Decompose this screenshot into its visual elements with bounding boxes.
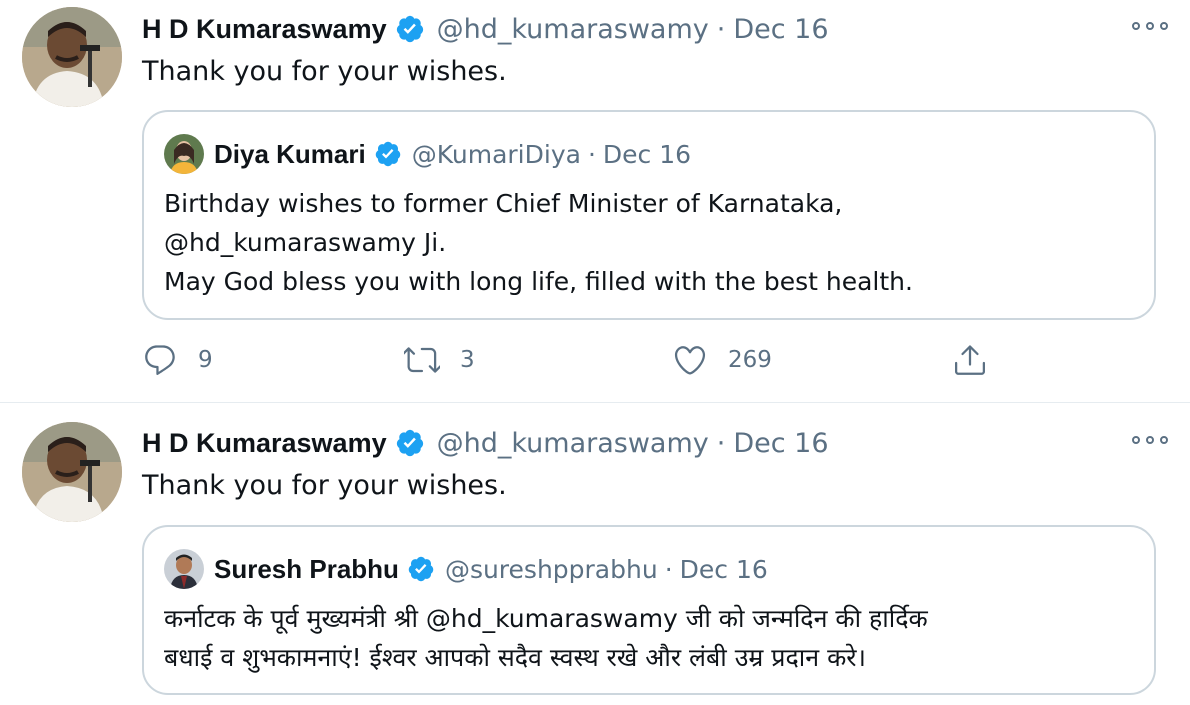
separator-dot: · (716, 13, 726, 45)
reply-count: 9 (198, 347, 213, 373)
author-name[interactable]: H D Kumaraswamy (142, 428, 387, 459)
quoted-tweet[interactable]: Suresh Prabhu @sureshpprabhu · Dec 16 कर… (142, 525, 1156, 695)
quoted-tweet-date: Dec 16 (679, 554, 768, 584)
share-button[interactable] (952, 340, 988, 380)
quoted-author-avatar (164, 549, 204, 589)
quoted-tweet-text: कर्नाटक के पूर्व मुख्यमंत्री श्री @hd_ku… (164, 599, 1124, 677)
quoted-author-handle: @sureshpprabhu (444, 554, 658, 584)
author-avatar[interactable] (22, 422, 122, 522)
quoted-author-avatar (164, 134, 204, 174)
verified-badge-icon (395, 14, 425, 44)
quoted-text-line: बधाई व शुभकामनाएं! ईश्वर आपको सदैव स्वस्… (164, 643, 866, 672)
separator-dot: · (716, 427, 726, 459)
quoted-author-handle: @KumariDiya (411, 139, 581, 169)
tweet-date[interactable]: Dec 16 (733, 428, 828, 459)
quoted-tweet-header: Suresh Prabhu @sureshpprabhu · Dec 16 (164, 549, 768, 589)
author-name[interactable]: H D Kumaraswamy (142, 14, 387, 45)
tweet-text: Thank you for your wishes. (142, 470, 507, 501)
quoted-text-line: Birthday wishes to former Chief Minister… (164, 189, 843, 218)
separator-dot: · (664, 554, 673, 584)
author-handle[interactable]: @hd_kumaraswamy (437, 428, 709, 459)
tweet-header: H D Kumaraswamy @hd_kumaraswamy · Dec 16 (142, 423, 829, 463)
like-count: 269 (728, 347, 772, 373)
retweet-button[interactable]: 3 (404, 340, 475, 380)
tweet-date[interactable]: Dec 16 (733, 14, 828, 45)
author-handle[interactable]: @hd_kumaraswamy (437, 14, 709, 45)
quoted-author-name: Suresh Prabhu (214, 553, 399, 584)
share-icon (952, 342, 988, 378)
tweet-actions: 9 3 269 (142, 340, 1022, 380)
author-avatar[interactable] (22, 7, 122, 107)
verified-badge-icon (395, 428, 425, 458)
quoted-tweet-header: Diya Kumari @KumariDiya · Dec 16 (164, 134, 691, 174)
quoted-tweet-text: Birthday wishes to former Chief Minister… (164, 184, 1124, 301)
quoted-text-line: @hd_kumaraswamy Ji. (164, 228, 447, 257)
quoted-text-line: May God bless you with long life, filled… (164, 267, 913, 296)
verified-badge-icon (374, 140, 402, 168)
reply-button[interactable]: 9 (142, 340, 213, 380)
retweet-icon (404, 342, 440, 378)
quoted-tweet[interactable]: Diya Kumari @KumariDiya · Dec 16 Birthda… (142, 110, 1156, 320)
quoted-text-line: कर्नाटक के पूर्व मुख्यमंत्री श्री @hd_ku… (164, 604, 928, 633)
more-options-icon[interactable] (1132, 430, 1168, 450)
tweet-text: Thank you for your wishes. (142, 56, 507, 87)
retweet-count: 3 (460, 347, 475, 373)
reply-icon (142, 342, 178, 378)
like-button[interactable]: 269 (672, 340, 772, 380)
quoted-author-name: Diya Kumari (214, 138, 366, 169)
separator-dot: · (587, 139, 596, 169)
verified-badge-icon (407, 555, 435, 583)
quoted-tweet-date: Dec 16 (602, 139, 692, 169)
heart-icon (672, 342, 708, 378)
more-options-icon[interactable] (1132, 16, 1168, 36)
tweet[interactable]: H D Kumaraswamy @hd_kumaraswamy · Dec 16… (0, 0, 1190, 403)
tweet-header: H D Kumaraswamy @hd_kumaraswamy · Dec 16 (142, 9, 829, 49)
tweet[interactable]: H D Kumaraswamy @hd_kumaraswamy · Dec 16… (0, 403, 1190, 705)
